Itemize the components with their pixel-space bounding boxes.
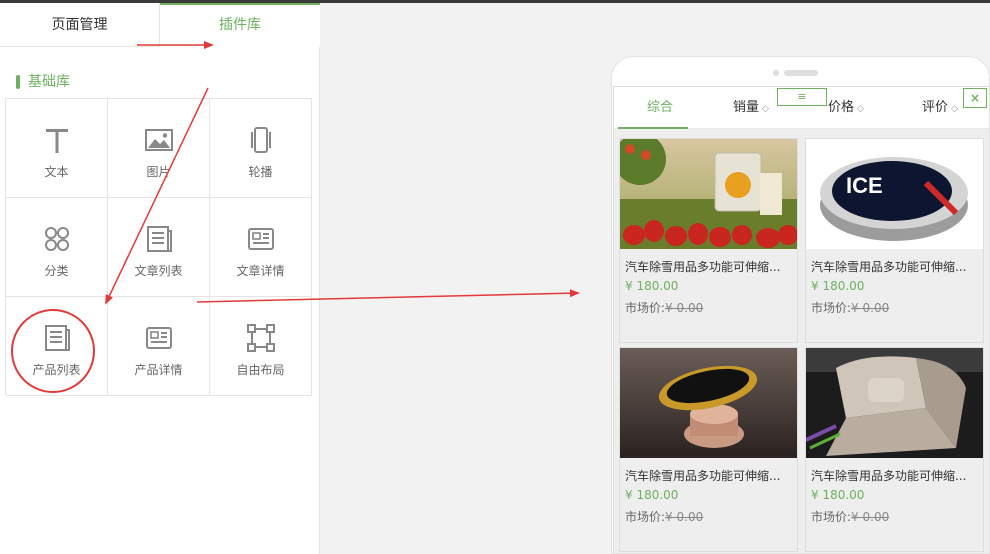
sort-sales[interactable]: 销量 ◇	[733, 87, 769, 129]
image-icon	[145, 129, 173, 151]
product-card[interactable]: 汽车除雪用品多功能可伸缩... ¥ 180.00 市场价:¥ 0.00	[805, 347, 984, 552]
widget-label: 产品列表	[32, 363, 81, 377]
widget-category[interactable]: 分类	[6, 198, 108, 297]
sort-price[interactable]: 价格 ◇	[828, 87, 864, 129]
widget-article-detail[interactable]: 文章详情	[210, 198, 312, 297]
product-market-price: 市场价:¥ 0.00	[625, 508, 703, 525]
widget-label: 轮播	[248, 165, 273, 179]
product-price: ¥ 180.00	[811, 488, 865, 502]
product-card[interactable]: ICE 汽车除雪用品多功能可伸缩... ¥ 180.00 市场价:¥ 0.00	[805, 138, 984, 343]
tab-plugin-library[interactable]: 插件库	[160, 3, 320, 47]
market-price-label: 市场价:	[811, 301, 852, 315]
free-layout-icon	[247, 324, 275, 352]
widget-image[interactable]: 图片	[108, 99, 210, 198]
widget-label: 分类	[44, 264, 69, 278]
product-list-icon	[45, 325, 70, 351]
sort-comprehensive[interactable]: 综合	[647, 87, 673, 129]
section-title: 基础库	[16, 73, 70, 91]
widget-label: 文章详情	[236, 264, 285, 278]
plugin-sidebar: 页面管理 插件库 基础库 文本 图片 轮播 分类 文章列表 文章详情 产品列表 …	[0, 3, 320, 554]
product-title: 汽车除雪用品多功能可伸缩...	[625, 260, 781, 274]
widget-label: 图片	[146, 165, 171, 179]
product-image: ICE	[806, 139, 983, 249]
widget-label: 文章列表	[134, 264, 183, 278]
phone-preview: 综合 销量 ◇ 价格 ◇ 评价 ◇ ≡ × 汽车除雪用品多功能可伸缩... ¥ …	[611, 56, 990, 554]
product-title: 汽车除雪用品多功能可伸缩...	[811, 260, 967, 274]
widget-free-layout[interactable]: 自由布局	[210, 297, 312, 396]
sort-rating[interactable]: 评价 ◇	[922, 87, 958, 129]
product-image	[806, 348, 983, 458]
widget-carousel[interactable]: 轮播	[210, 99, 312, 198]
product-card[interactable]: 汽车除雪用品多功能可伸缩... ¥ 180.00 市场价:¥ 0.00	[619, 138, 798, 343]
market-price-value: ¥ 0.00	[665, 301, 704, 315]
sort-comprehensive-label: 综合	[647, 100, 674, 115]
widget-label: 产品详情	[134, 363, 183, 377]
product-price: ¥ 180.00	[811, 279, 865, 293]
sort-arrows-icon: ◇	[762, 104, 769, 114]
market-price-value: ¥ 0.00	[851, 510, 890, 524]
sort-sales-label: 销量	[733, 100, 760, 115]
sort-active-underline	[618, 127, 688, 129]
tab-page-manage[interactable]: 页面管理	[0, 3, 160, 47]
widget-text[interactable]: 文本	[6, 99, 108, 198]
close-component-button[interactable]: ×	[963, 88, 987, 108]
product-price: ¥ 180.00	[625, 279, 679, 293]
market-price-label: 市场价:	[811, 510, 852, 524]
product-image	[620, 139, 797, 249]
product-price: ¥ 180.00	[625, 488, 679, 502]
widget-product-detail[interactable]: 产品详情	[108, 297, 210, 396]
market-price-value: ¥ 0.00	[851, 301, 890, 315]
widget-grid: 文本 图片 轮播 分类 文章列表 文章详情 产品列表 产品详情 自由布局	[5, 98, 312, 396]
phone-screen: 综合 销量 ◇ 价格 ◇ 评价 ◇ ≡ × 汽车除雪用品多功能可伸缩... ¥ …	[613, 86, 989, 553]
product-title: 汽车除雪用品多功能可伸缩...	[811, 469, 967, 483]
product-image	[620, 348, 797, 458]
market-price-label: 市场价:	[625, 510, 666, 524]
product-card[interactable]: 汽车除雪用品多功能可伸缩... ¥ 180.00 市场价:¥ 0.00	[619, 347, 798, 552]
section-title-text: 基础库	[28, 74, 70, 90]
product-market-price: 市场价:¥ 0.00	[811, 508, 889, 525]
product-title: 汽车除雪用品多功能可伸缩...	[625, 469, 781, 483]
sort-arrows-icon: ◇	[951, 104, 958, 114]
carousel-icon	[251, 127, 271, 153]
product-detail-icon	[146, 327, 172, 349]
section-marker	[16, 75, 20, 89]
sidebar-tabs: 页面管理 插件库	[0, 3, 320, 47]
widget-label: 自由布局	[236, 363, 285, 377]
phone-speaker	[784, 70, 818, 76]
sort-arrows-icon: ◇	[857, 104, 864, 114]
product-market-price: 市场价:¥ 0.00	[625, 299, 703, 316]
article-list-icon	[147, 226, 172, 252]
svg-text:ICE: ICE	[846, 173, 883, 198]
market-price-value: ¥ 0.00	[665, 510, 704, 524]
sort-price-label: 价格	[828, 100, 855, 115]
category-icon	[45, 227, 69, 251]
widget-product-list[interactable]: 产品列表	[6, 297, 108, 396]
widget-label: 文本	[44, 165, 69, 179]
drag-handle-icon[interactable]: ≡	[777, 88, 827, 106]
text-icon	[46, 129, 68, 153]
product-market-price: 市场价:¥ 0.00	[811, 299, 889, 316]
phone-camera	[773, 70, 779, 76]
article-detail-icon	[248, 228, 274, 250]
product-sort-bar: 综合 销量 ◇ 价格 ◇ 评价 ◇ ≡ ×	[614, 87, 989, 129]
market-price-label: 市场价:	[625, 301, 666, 315]
sort-rating-label: 评价	[922, 100, 949, 115]
widget-article-list[interactable]: 文章列表	[108, 198, 210, 297]
